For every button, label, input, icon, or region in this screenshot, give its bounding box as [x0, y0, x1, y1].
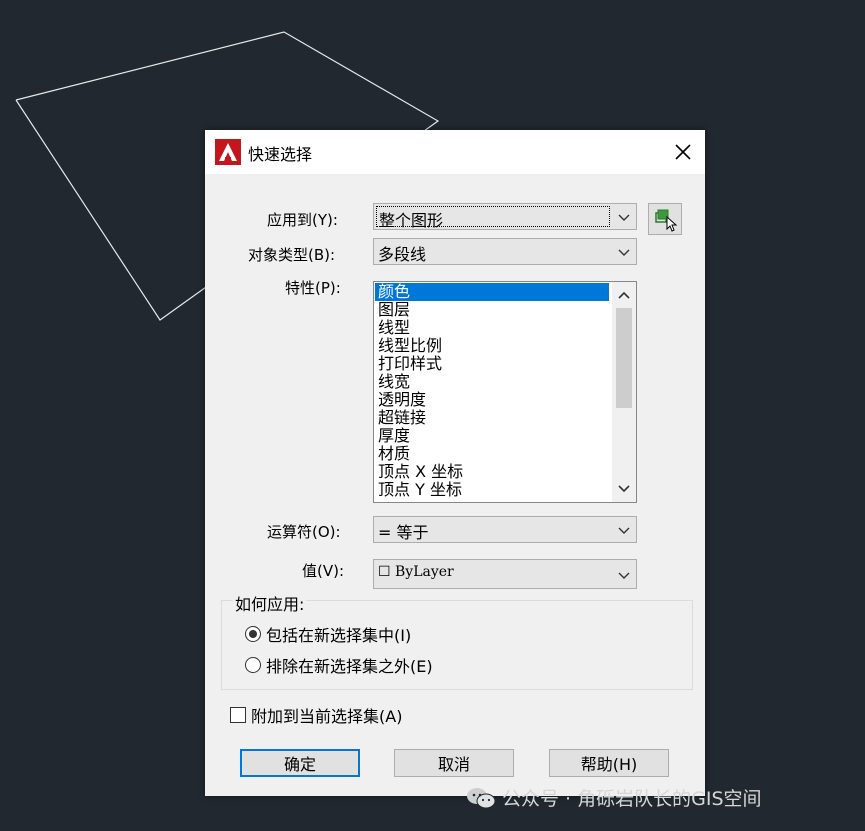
property-item[interactable]: 材质: [375, 445, 609, 463]
value-display: ☐ ByLayer: [378, 564, 454, 580]
watermark: 公众号 · 角砾岩队长的GIS空间: [466, 784, 762, 811]
exclude-radio[interactable]: [245, 657, 261, 673]
property-item[interactable]: 顶点 Y 坐标: [375, 481, 609, 499]
object-type-label: 对象类型(B):: [248, 246, 336, 264]
property-item[interactable]: 图层: [375, 301, 609, 319]
object-type-value: 多段线: [378, 245, 427, 264]
autocad-logo-icon: [215, 139, 241, 165]
wechat-icon: [467, 787, 496, 808]
quick-select-dialog: 快速选择 应用到(Y): 整个图形 对象类型(B): 多段线 特性(P): 颜色…: [205, 130, 705, 796]
help-button[interactable]: 帮助(H): [549, 749, 669, 777]
cancel-button[interactable]: 取消: [394, 749, 514, 777]
chevron-down-icon: [618, 249, 630, 256]
select-objects-icon: [655, 209, 678, 232]
apply-to-dropdown[interactable]: 整个图形: [373, 203, 637, 230]
exclude-radio-option[interactable]: 排除在新选择集之外(E): [245, 653, 433, 677]
properties-scrollbar[interactable]: [612, 282, 636, 502]
property-item[interactable]: 厚度: [375, 427, 609, 445]
value-text: ByLayer: [395, 564, 454, 580]
property-item[interactable]: 顶点 X 坐标: [375, 463, 609, 481]
apply-to-value: 整个图形: [376, 206, 610, 230]
include-radio-option[interactable]: 包括在新选择集中(I): [245, 622, 411, 646]
select-objects-button[interactable]: [648, 203, 682, 235]
value-dropdown[interactable]: ☐ ByLayer: [373, 559, 637, 589]
properties-label: 特性(P):: [285, 279, 341, 297]
how-to-apply-title: 如何应用:: [233, 591, 307, 615]
chevron-down-icon: [618, 572, 630, 579]
value-label: 值(V):: [302, 562, 345, 580]
watermark-text: 公众号 · 角砾岩队长的GIS空间: [502, 788, 762, 810]
scroll-down-icon[interactable]: [612, 478, 636, 500]
property-item[interactable]: 超链接: [375, 409, 609, 427]
title-bar: 快速选择: [205, 130, 705, 174]
color-swatch-icon: ☐: [378, 564, 391, 580]
append-label: 附加到当前选择集(A): [251, 707, 403, 726]
operator-label: 运算符(O):: [267, 523, 341, 541]
include-radio-label: 包括在新选择集中(I): [266, 626, 412, 645]
properties-list: 颜色 图层 线型 线型比例 打印样式 线宽 透明度 超链接 厚度 材质 顶点 X…: [375, 283, 609, 499]
chevron-down-icon: [618, 527, 630, 534]
properties-listbox[interactable]: 颜色 图层 线型 线型比例 打印样式 线宽 透明度 超链接 厚度 材质 顶点 X…: [373, 281, 637, 503]
scroll-up-icon[interactable]: [612, 284, 636, 306]
include-radio[interactable]: [245, 626, 261, 642]
operator-dropdown[interactable]: = 等于: [373, 516, 637, 543]
chevron-down-icon: [618, 214, 630, 221]
dialog-title: 快速选择: [248, 145, 313, 164]
operator-value: = 等于: [378, 523, 429, 542]
ok-button[interactable]: 确定: [240, 749, 360, 777]
property-item[interactable]: 透明度: [375, 391, 609, 409]
property-item[interactable]: 颜色: [375, 283, 609, 301]
property-item[interactable]: 打印样式: [375, 355, 609, 373]
property-item[interactable]: 线宽: [375, 373, 609, 391]
apply-to-label: 应用到(Y):: [267, 211, 338, 229]
append-checkbox[interactable]: [230, 707, 246, 723]
exclude-radio-label: 排除在新选择集之外(E): [266, 657, 433, 676]
append-option[interactable]: 附加到当前选择集(A): [230, 703, 402, 727]
property-item[interactable]: 线型比例: [375, 337, 609, 355]
scrollbar-thumb[interactable]: [616, 308, 632, 408]
property-item[interactable]: 线型: [375, 319, 609, 337]
object-type-dropdown[interactable]: 多段线: [373, 238, 637, 265]
close-icon: [675, 144, 691, 160]
close-button[interactable]: [661, 130, 705, 174]
